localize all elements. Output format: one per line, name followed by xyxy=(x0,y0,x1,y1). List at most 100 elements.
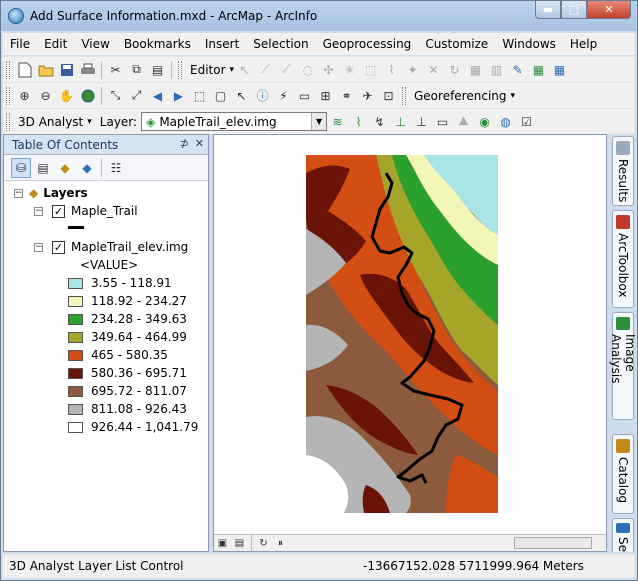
map-display[interactable] xyxy=(213,134,607,552)
toolbar-grip[interactable] xyxy=(178,60,182,79)
tab-arctoolbox[interactable]: ArcToolbox xyxy=(612,210,634,308)
rotate-icon[interactable]: ↻ xyxy=(445,61,464,79)
toolbar-grip[interactable] xyxy=(6,112,10,131)
data-view-icon[interactable]: ▣ xyxy=(215,537,230,550)
copy-icon[interactable]: ⧉ xyxy=(127,61,146,79)
legend-swatch[interactable] xyxy=(68,421,83,433)
open-folder-icon[interactable] xyxy=(36,61,55,79)
list-by-visibility-icon[interactable]: ◆ xyxy=(55,158,75,178)
pin-icon[interactable]: ⊅ xyxy=(180,137,189,150)
legend-swatch[interactable] xyxy=(68,277,83,289)
legend-swatch[interactable] xyxy=(68,403,83,415)
legend-swatch[interactable] xyxy=(68,331,83,343)
contour-icon[interactable]: ≋ xyxy=(328,113,347,131)
select-features-icon[interactable]: ⬚ xyxy=(190,87,209,105)
legend-class[interactable]: 580.36 - 695.71 xyxy=(68,366,187,380)
html-popup-icon[interactable]: ⚡ xyxy=(274,87,293,105)
identify-icon[interactable]: ⓘ xyxy=(253,87,272,105)
arcglobe-icon[interactable]: ◍ xyxy=(496,113,515,131)
list-by-source-icon[interactable]: ▤ xyxy=(33,158,53,178)
straight-segment-icon[interactable]: ⟋ xyxy=(277,61,296,79)
save-icon[interactable] xyxy=(57,61,76,79)
legend-swatch[interactable] xyxy=(68,313,83,325)
legend-swatch[interactable] xyxy=(68,295,83,307)
clear-selection-icon[interactable]: ▢ xyxy=(211,87,230,105)
go-to-xy-icon[interactable]: ⊡ xyxy=(379,87,398,105)
layer-visibility-checkbox[interactable]: ✓ xyxy=(52,204,65,218)
line-symbol-swatch[interactable] xyxy=(68,226,84,229)
minimize-button[interactable]: ▬ xyxy=(535,1,561,19)
list-by-selection-icon[interactable]: ◆ xyxy=(77,158,97,178)
chevron-down-icon[interactable]: ▼ xyxy=(311,113,327,130)
raster-layer-label[interactable]: MapleTrail_elev.img xyxy=(71,240,188,254)
interpolate-point-icon[interactable]: ⊥ xyxy=(391,113,410,131)
tab-results[interactable]: Results xyxy=(612,136,634,206)
legend-class[interactable]: 349.64 - 464.99 xyxy=(68,330,187,344)
editor-menu-label[interactable]: Editor xyxy=(190,63,226,77)
collapse-icon[interactable]: − xyxy=(34,242,43,252)
back-extent-icon[interactable]: ◀ xyxy=(148,87,167,105)
table-add-icon[interactable]: ▦ xyxy=(550,61,569,79)
steepest-path-icon[interactable]: ⌇ xyxy=(349,113,368,131)
editor-dropdown-arrow[interactable]: ▾ xyxy=(230,65,235,75)
full-extent-icon[interactable] xyxy=(78,87,97,105)
menu-edit[interactable]: Edit xyxy=(37,37,74,51)
legend-class[interactable]: 926.44 - 1,041.79 xyxy=(68,420,198,434)
create-features-icon[interactable]: ✎ xyxy=(508,61,527,79)
print-icon[interactable] xyxy=(78,61,97,79)
validate-icon[interactable]: ☑ xyxy=(517,113,536,131)
3d-analyst-dropdown-arrow[interactable]: ▾ xyxy=(87,117,92,127)
attributes-icon[interactable]: ▦ xyxy=(466,61,485,79)
pause-drawing-icon[interactable]: ⏸ xyxy=(273,537,288,550)
zoom-out-icon[interactable]: ⊖ xyxy=(36,87,55,105)
menu-help[interactable]: Help xyxy=(563,37,604,51)
close-button[interactable]: ✕ xyxy=(587,1,631,19)
split-icon[interactable]: ✕ xyxy=(424,61,443,79)
legend-class[interactable]: 465 - 580.35 xyxy=(68,348,168,362)
find-route-icon[interactable]: ✈ xyxy=(358,87,377,105)
popup-icon[interactable]: ▭ xyxy=(295,87,314,105)
georeferencing-menu-label[interactable]: Georeferencing xyxy=(414,89,507,103)
maple-trail-label[interactable]: Maple_Trail xyxy=(71,204,138,218)
endpoint-arc-icon[interactable]: ◌ xyxy=(298,61,317,79)
paste-icon[interactable]: ▤ xyxy=(148,61,167,79)
profile-graph-icon[interactable]: ⛰ xyxy=(454,113,473,131)
tab-search[interactable]: Se xyxy=(612,518,634,552)
layer-list-combo[interactable]: ◈ MapleTrail_elev.img ▼ xyxy=(141,112,328,131)
trail-line-symbol[interactable] xyxy=(68,222,84,229)
collapse-icon[interactable]: − xyxy=(14,188,23,198)
options-icon[interactable]: ☷ xyxy=(106,158,126,178)
list-by-drawing-order-icon[interactable]: ⛁ xyxy=(11,157,31,178)
edit-tool-icon[interactable]: ↖ xyxy=(235,61,254,79)
pan-hand-icon[interactable]: ✋ xyxy=(57,87,76,105)
forward-extent-icon[interactable]: ▶ xyxy=(169,87,188,105)
georeferencing-dropdown-arrow[interactable]: ▾ xyxy=(511,91,516,101)
legend-class[interactable]: 118.92 - 234.27 xyxy=(68,294,187,308)
zoom-in-icon[interactable]: ⊕ xyxy=(15,87,34,105)
toolbar-grip[interactable] xyxy=(402,86,406,105)
toolbar-grip[interactable] xyxy=(6,60,10,79)
select-elements-icon[interactable]: ↖ xyxy=(232,87,251,105)
menu-insert[interactable]: Insert xyxy=(198,37,246,51)
edit-vertices-icon[interactable]: ⬚ xyxy=(361,61,380,79)
title-bar[interactable]: Add Surface Information.mxd - ArcMap - A… xyxy=(1,1,637,31)
new-document-icon[interactable] xyxy=(15,61,34,79)
menu-customize[interactable]: Customize xyxy=(418,37,495,51)
edit-annotation-icon[interactable]: ⟋ xyxy=(256,61,275,79)
legend-swatch[interactable] xyxy=(68,385,83,397)
menu-windows[interactable]: Windows xyxy=(495,37,563,51)
horizontal-scrollbar[interactable] xyxy=(514,537,592,549)
3d-analyst-menu-label[interactable]: 3D Analyst xyxy=(18,115,83,129)
legend-swatch[interactable] xyxy=(68,349,83,361)
maple-trail-layer[interactable]: − ✓ Maple_Trail xyxy=(34,204,138,218)
toolbar-grip[interactable] xyxy=(6,86,10,105)
menu-geoprocessing[interactable]: Geoprocessing xyxy=(316,37,419,51)
legend-class[interactable]: 811.08 - 926.43 xyxy=(68,402,187,416)
legend-class[interactable]: 3.55 - 118.91 xyxy=(68,276,172,290)
menu-view[interactable]: View xyxy=(74,37,116,51)
arcscene-icon[interactable]: ◉ xyxy=(475,113,494,131)
cut-polygons-icon[interactable]: ✦ xyxy=(403,61,422,79)
refresh-icon[interactable]: ↻ xyxy=(256,537,271,550)
find-binoculars-icon[interactable]: ⚭ xyxy=(337,87,356,105)
toc-close-icon[interactable]: ✕ xyxy=(195,137,204,150)
